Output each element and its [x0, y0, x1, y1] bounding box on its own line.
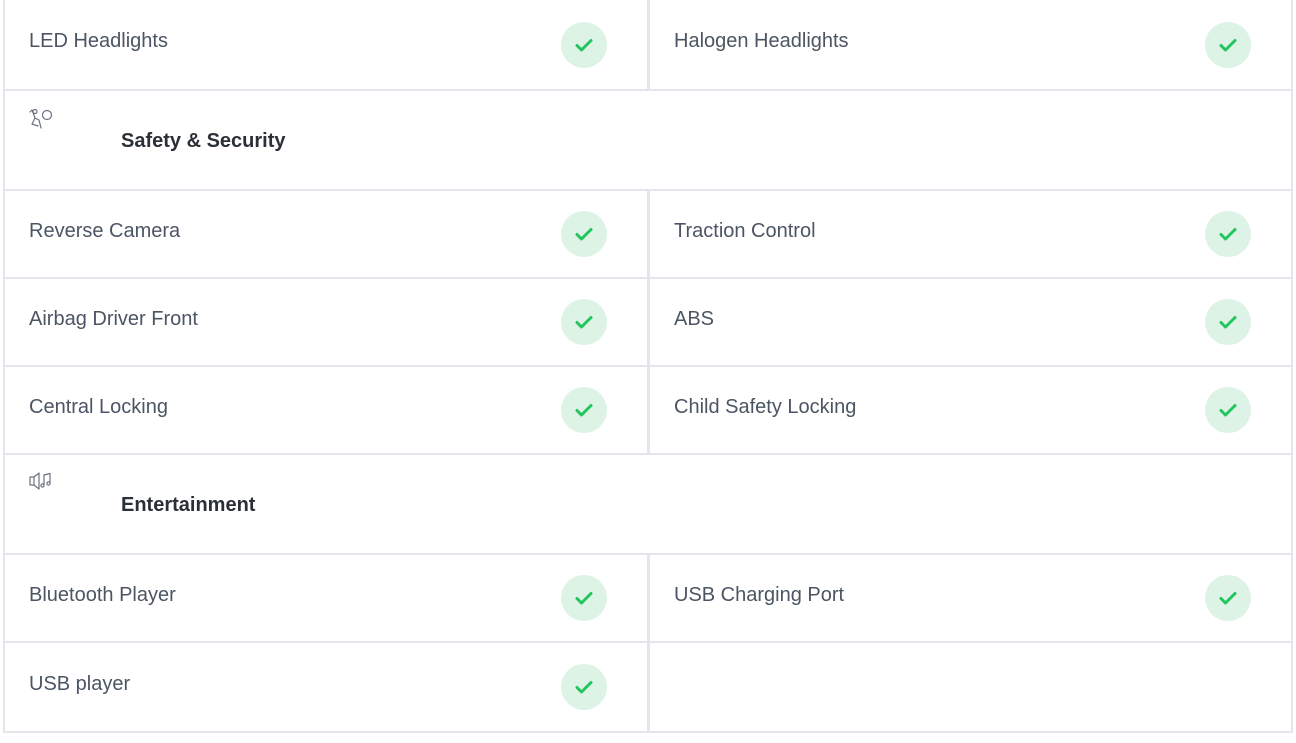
- feature-cell: Traction Control: [650, 191, 1291, 277]
- feature-row: Central Locking Child Safety Locking: [5, 367, 1291, 455]
- feature-label: ABS: [674, 307, 715, 330]
- speaker-music-icon: [29, 472, 69, 512]
- feature-row: Airbag Driver Front ABS: [5, 279, 1291, 367]
- check-icon: [561, 575, 607, 621]
- feature-label: USB Charging Port: [674, 583, 845, 606]
- section-title: Entertainment: [121, 493, 256, 516]
- feature-cell: Central Locking: [5, 367, 650, 453]
- check-icon: [1205, 575, 1251, 621]
- feature-row: LED Headlights Halogen Headlights: [5, 0, 1291, 91]
- feature-row: Reverse Camera Traction Control: [5, 191, 1291, 279]
- section-header-entertainment: Entertainment: [5, 455, 1291, 555]
- feature-row: Bluetooth Player USB Charging Port: [5, 555, 1291, 643]
- feature-label: Bluetooth Player: [29, 583, 176, 606]
- feature-cell: ABS: [650, 279, 1291, 365]
- feature-label: Reverse Camera: [29, 219, 181, 242]
- check-icon: [1205, 21, 1251, 68]
- check-icon: [561, 664, 607, 710]
- feature-label: USB player: [29, 672, 131, 695]
- feature-label: Airbag Driver Front: [29, 307, 198, 330]
- check-icon: [561, 211, 607, 257]
- feature-label: Halogen Headlights: [674, 30, 849, 52]
- feature-label: LED Headlights: [29, 30, 168, 52]
- feature-cell: USB player: [5, 643, 650, 731]
- feature-cell: USB Charging Port: [650, 555, 1291, 641]
- check-icon: [561, 21, 607, 68]
- check-icon: [1205, 211, 1251, 257]
- section-title: Safety & Security: [121, 129, 286, 152]
- features-table: LED Headlights Halogen Headlights Safety…: [3, 0, 1293, 733]
- feature-label: Central Locking: [29, 395, 168, 418]
- feature-row: USB player: [5, 643, 1291, 731]
- check-icon: [561, 299, 607, 345]
- feature-cell: Child Safety Locking: [650, 367, 1291, 453]
- check-icon: [1205, 299, 1251, 345]
- feature-label: Child Safety Locking: [674, 395, 857, 418]
- seat-airbag-icon: [29, 108, 69, 148]
- feature-cell: Airbag Driver Front: [5, 279, 650, 365]
- check-icon: [1205, 387, 1251, 433]
- section-header-safety: Safety & Security: [5, 91, 1291, 191]
- feature-cell-empty: [650, 643, 1291, 731]
- feature-cell: Halogen Headlights: [650, 0, 1291, 89]
- feature-cell: LED Headlights: [5, 0, 650, 89]
- feature-label: Traction Control: [674, 219, 816, 242]
- feature-cell: Bluetooth Player: [5, 555, 650, 641]
- check-icon: [561, 387, 607, 433]
- feature-cell: Reverse Camera: [5, 191, 650, 277]
